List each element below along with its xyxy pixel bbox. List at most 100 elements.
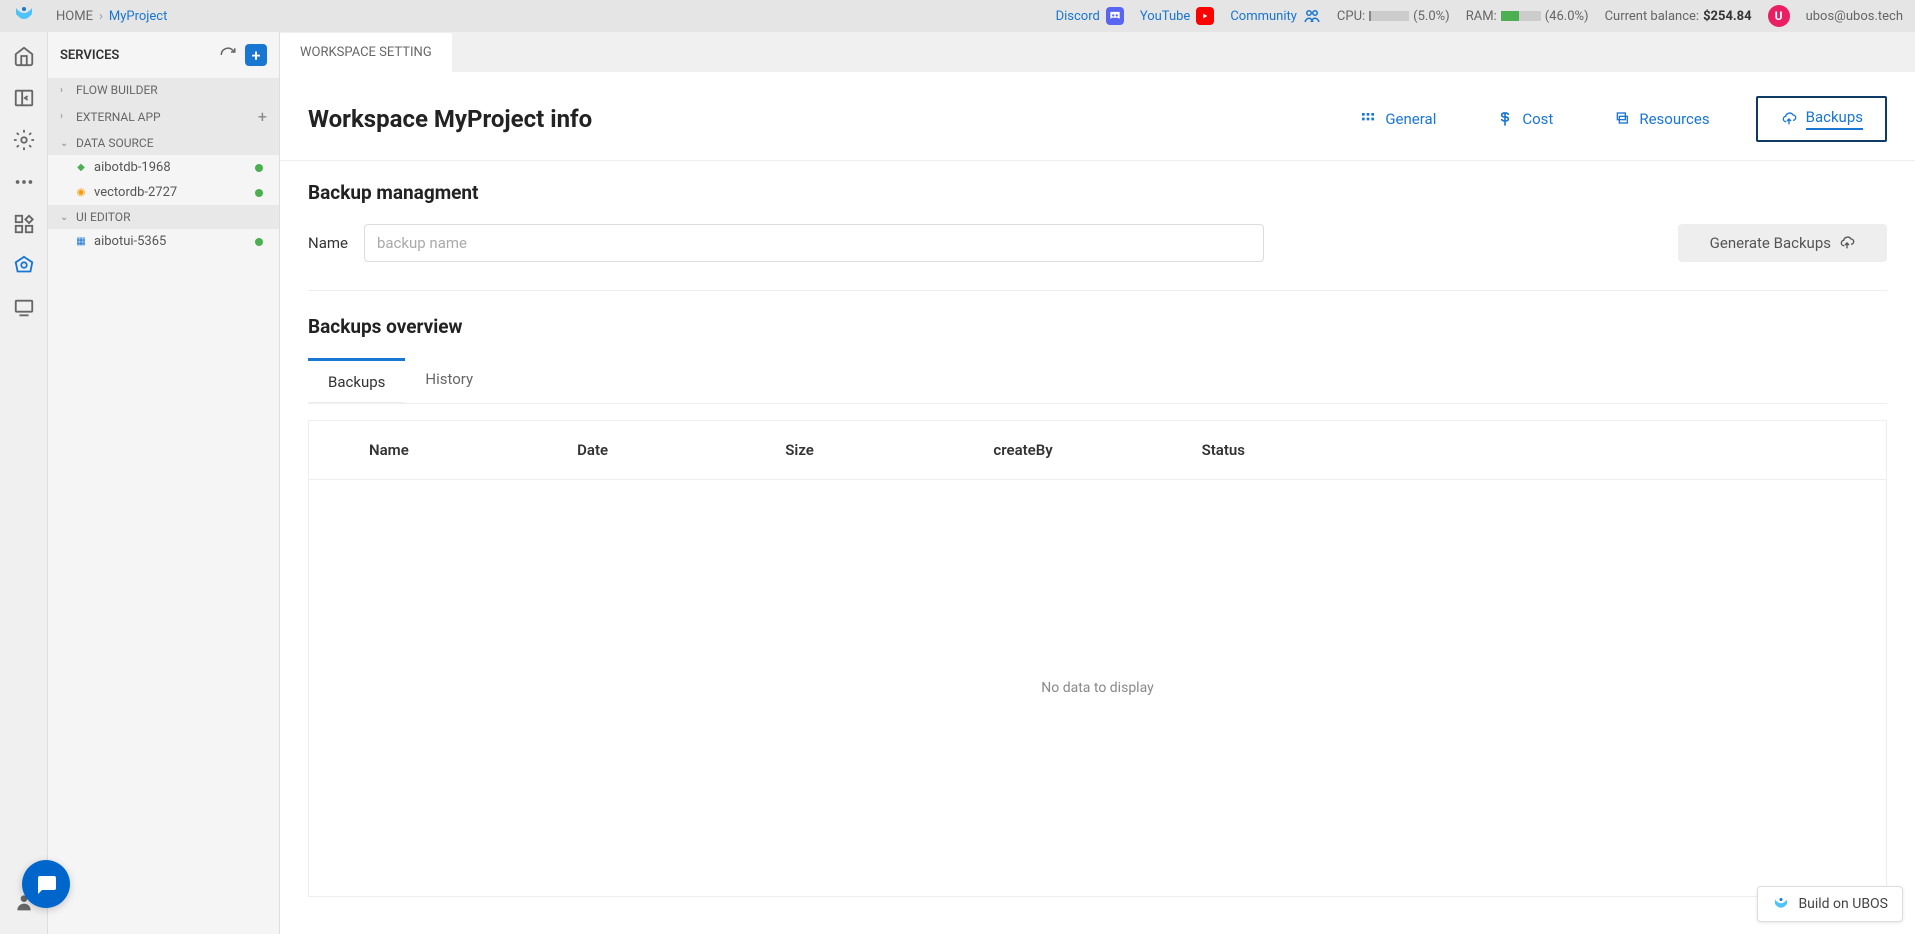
tree-group-ui-editor[interactable]: ⌄ UI EDITOR (48, 205, 279, 229)
item-label: vectordb-2727 (94, 185, 177, 200)
community-icon (1303, 7, 1321, 25)
page-title: Workspace MyProject info (308, 105, 592, 133)
item-label: aibotdb-1968 (94, 160, 171, 175)
home-icon[interactable] (12, 44, 36, 68)
backup-management-section: Backup managment Name Generate Backups (280, 161, 1915, 311)
apps-icon[interactable] (12, 212, 36, 236)
overview-tabs: Backups History (308, 358, 1887, 404)
backup-form: Name Generate Backups (308, 224, 1887, 291)
backups-table: Name Date Size createBy Status No data t… (308, 420, 1887, 897)
generate-backups-button[interactable]: Generate Backups (1678, 224, 1887, 262)
th-actions (1410, 441, 1826, 459)
ram-value: (46.0%) (1545, 9, 1589, 24)
page-header: Workspace MyProject info General Cost Re… (280, 72, 1915, 161)
sidebar-item-aibotdb[interactable]: ◆ aibotdb-1968 (48, 155, 279, 180)
app-logo-icon[interactable] (12, 4, 36, 28)
badge-label: Build on UBOS (1798, 896, 1888, 912)
backup-name-input[interactable] (364, 224, 1264, 262)
breadcrumb-project[interactable]: MyProject (109, 9, 167, 24)
status-dot-icon (255, 164, 263, 172)
chevron-right-icon: › (60, 85, 74, 96)
status-dot-icon (255, 238, 263, 246)
balance-amount: $254.84 (1703, 9, 1752, 24)
cpu-value: (5.0%) (1413, 9, 1450, 24)
youtube-icon (1196, 7, 1214, 25)
nav-label: Resources (1639, 110, 1709, 128)
cpu-stat: CPU: (5.0%) (1337, 9, 1450, 24)
layers-icon (1613, 110, 1631, 128)
chevron-right-icon: › (60, 111, 74, 122)
gear-icon[interactable] (12, 128, 36, 152)
discord-link[interactable]: Discord (1056, 7, 1124, 25)
community-label: Community (1230, 9, 1297, 24)
ram-label: RAM: (1466, 9, 1497, 24)
th-status: Status (1202, 441, 1410, 459)
ram-stat: RAM: (46.0%) (1466, 9, 1589, 24)
nav-tab-general[interactable]: General (1345, 102, 1450, 136)
balance: Current balance: $254.84 (1605, 9, 1752, 24)
cloud-upload-icon (1780, 110, 1798, 128)
discord-label: Discord (1056, 9, 1100, 24)
tree-group-data-source[interactable]: ⌄ DATA SOURCE (48, 131, 279, 155)
th-createby: createBy (993, 441, 1201, 459)
group-label: EXTERNAL APP (76, 110, 161, 124)
table-empty-message: No data to display (309, 480, 1886, 896)
leaf-icon: ◆ (74, 161, 88, 175)
sidebar-item-vectordb[interactable]: ◉ vectordb-2727 (48, 180, 279, 205)
monitor-icon[interactable] (12, 296, 36, 320)
nav-label: Backups (1806, 108, 1863, 130)
breadcrumb-home[interactable]: HOME (56, 9, 93, 24)
overview-tab-history[interactable]: History (405, 358, 493, 403)
cloud-upload-icon (1839, 235, 1855, 251)
nav-tab-cost[interactable]: Cost (1482, 102, 1567, 136)
tree-group-flow-builder[interactable]: › FLOW BUILDER (48, 78, 279, 102)
sidebar-item-aibotui[interactable]: ▦ aibotui-5365 (48, 229, 279, 254)
chat-bubble-button[interactable] (22, 860, 70, 908)
youtube-link[interactable]: YouTube (1140, 7, 1215, 25)
user-email[interactable]: ubos@ubos.tech (1806, 9, 1903, 24)
kubernetes-icon[interactable] (12, 254, 36, 278)
community-link[interactable]: Community (1230, 7, 1321, 25)
layout-icon: ▦ (74, 235, 88, 249)
services-sidebar: SERVICES + › FLOW BUILDER › EXTERNAL APP… (48, 32, 280, 934)
more-icon[interactable] (12, 170, 36, 194)
button-label: Generate Backups (1710, 234, 1831, 252)
group-label: FLOW BUILDER (76, 83, 158, 97)
add-service-button[interactable]: + (245, 44, 267, 66)
discord-icon (1106, 7, 1124, 25)
refresh-icon[interactable] (219, 46, 237, 64)
content-area: WORKSPACE SETTING Workspace MyProject in… (280, 32, 1915, 934)
add-icon[interactable]: + (258, 107, 267, 126)
backups-overview-section: Backups overview Backups History Name Da… (280, 311, 1915, 917)
panel-left-icon[interactable] (12, 86, 36, 110)
chevron-right-icon: › (99, 9, 103, 24)
tree-group-external-app[interactable]: › EXTERNAL APP + (48, 102, 279, 131)
group-label: UI EDITOR (76, 210, 130, 224)
th-date: Date (577, 441, 785, 459)
top-header: HOME › MyProject Discord YouTube Communi… (0, 0, 1915, 32)
breadcrumb: HOME › MyProject (56, 9, 167, 24)
overview-tab-backups[interactable]: Backups (308, 358, 405, 403)
th-size: Size (785, 441, 993, 459)
youtube-label: YouTube (1140, 9, 1191, 24)
nav-tab-resources[interactable]: Resources (1599, 102, 1723, 136)
nav-tab-backups[interactable]: Backups (1756, 96, 1887, 142)
item-label: aibotui-5365 (94, 234, 166, 249)
build-on-ubos-badge[interactable]: Build on UBOS (1757, 886, 1903, 922)
database-icon: ◉ (74, 186, 88, 200)
nav-label: Cost (1522, 110, 1553, 128)
nav-label: General (1385, 110, 1436, 128)
table-header-row: Name Date Size createBy Status (309, 421, 1886, 480)
icon-rail (0, 32, 48, 934)
services-title: SERVICES (60, 48, 119, 63)
chevron-down-icon: ⌄ (60, 212, 74, 223)
balance-label: Current balance: (1605, 9, 1700, 24)
tab-workspace-setting[interactable]: WORKSPACE SETTING (280, 33, 452, 72)
avatar[interactable]: U (1768, 5, 1790, 27)
cpu-label: CPU: (1337, 9, 1365, 24)
ram-bar (1501, 11, 1541, 21)
section-title: Backup managment (308, 181, 1887, 204)
content-tabs: WORKSPACE SETTING (280, 32, 1915, 72)
cpu-bar (1369, 11, 1409, 21)
dollar-icon (1496, 110, 1514, 128)
